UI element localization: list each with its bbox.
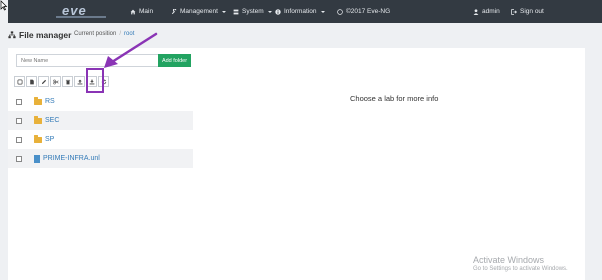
watermark-subtitle: Go to Settings to activate Windows. <box>473 266 568 272</box>
nav-copyright-label: ©2017 Eve-NG <box>346 8 391 15</box>
chevron-down-icon <box>221 10 226 13</box>
wrench-icon <box>171 8 177 14</box>
trash-icon <box>65 79 70 84</box>
nav-management[interactable]: Management <box>171 0 226 23</box>
user-icon <box>473 8 479 15</box>
row-checkbox[interactable] <box>16 155 22 162</box>
cut-icon <box>52 79 59 84</box>
watermark-title: Activate Windows <box>473 255 545 265</box>
annotation-arrow-icon <box>104 32 158 68</box>
mouse-cursor-icon <box>0 0 8 11</box>
eve-logo[interactable]: eve <box>52 2 112 21</box>
new-file-button[interactable] <box>26 76 37 87</box>
nav-main[interactable]: Main <box>130 0 153 23</box>
rename-icon <box>41 79 46 84</box>
nav-information-label: Information <box>284 8 317 15</box>
page-title: File manager <box>8 30 71 40</box>
windows-activation-watermark: Activate Windows Go to Settings to activ… <box>473 255 568 272</box>
top-navbar: eve Main Management System Information ©… <box>8 0 602 23</box>
file-icon <box>34 154 40 163</box>
select-all-button[interactable] <box>14 76 25 87</box>
export-button[interactable] <box>74 76 85 87</box>
nav-management-label: Management <box>180 8 218 15</box>
folder-icon <box>34 116 42 124</box>
home-icon <box>130 9 136 14</box>
export-icon <box>77 79 82 84</box>
file-name-link[interactable]: PRIME-INFRA.unl <box>43 155 100 162</box>
nav-main-label: Main <box>139 8 154 15</box>
list-item[interactable]: SEC <box>8 111 193 130</box>
cut-button[interactable] <box>50 76 61 87</box>
folder-icon <box>34 135 42 143</box>
page-title-text: File manager <box>19 30 72 40</box>
folder-icon <box>34 97 42 105</box>
nav-user-label: admin <box>482 8 500 15</box>
list-item[interactable]: RS <box>8 92 193 111</box>
nav-user[interactable]: admin <box>473 0 500 23</box>
nav-signout-label: Sign out <box>520 8 544 15</box>
nav-system[interactable]: System <box>233 0 272 23</box>
info-icon <box>275 8 281 15</box>
file-list: RS SEC SP PRIME-INFRA.unl <box>8 92 193 168</box>
chevron-down-icon <box>267 10 272 13</box>
row-checkbox[interactable] <box>16 117 22 124</box>
list-item[interactable]: PRIME-INFRA.unl <box>8 149 193 168</box>
page-header: File manager Current position / root <box>8 27 596 45</box>
sign-out-icon <box>511 8 517 15</box>
server-icon <box>233 9 239 14</box>
nav-signout[interactable]: Sign out <box>511 0 544 23</box>
list-item[interactable]: SP <box>8 130 193 149</box>
folder-name-link[interactable]: SP <box>45 136 54 143</box>
row-checkbox[interactable] <box>16 98 22 105</box>
lab-info-placeholder: Choose a lab for more info <box>350 94 439 103</box>
copyright-icon <box>337 8 343 15</box>
nav-system-label: System <box>242 8 264 15</box>
nav-information[interactable]: Information <box>275 0 325 23</box>
nav-copyright: ©2017 Eve-NG <box>337 0 390 23</box>
logo-tagline <box>56 16 106 18</box>
folder-name-link[interactable]: SEC <box>45 117 59 124</box>
folder-name-link[interactable]: RS <box>45 98 55 105</box>
chevron-down-icon <box>320 10 325 13</box>
file-manager-panel: Add folder <box>8 32 585 280</box>
sitemap-icon <box>8 31 16 39</box>
new-file-icon <box>29 79 34 84</box>
select-all-icon <box>17 79 22 84</box>
row-checkbox[interactable] <box>16 136 22 143</box>
rename-button[interactable] <box>38 76 49 87</box>
delete-button[interactable] <box>62 76 73 87</box>
file-toolbar <box>14 76 139 89</box>
